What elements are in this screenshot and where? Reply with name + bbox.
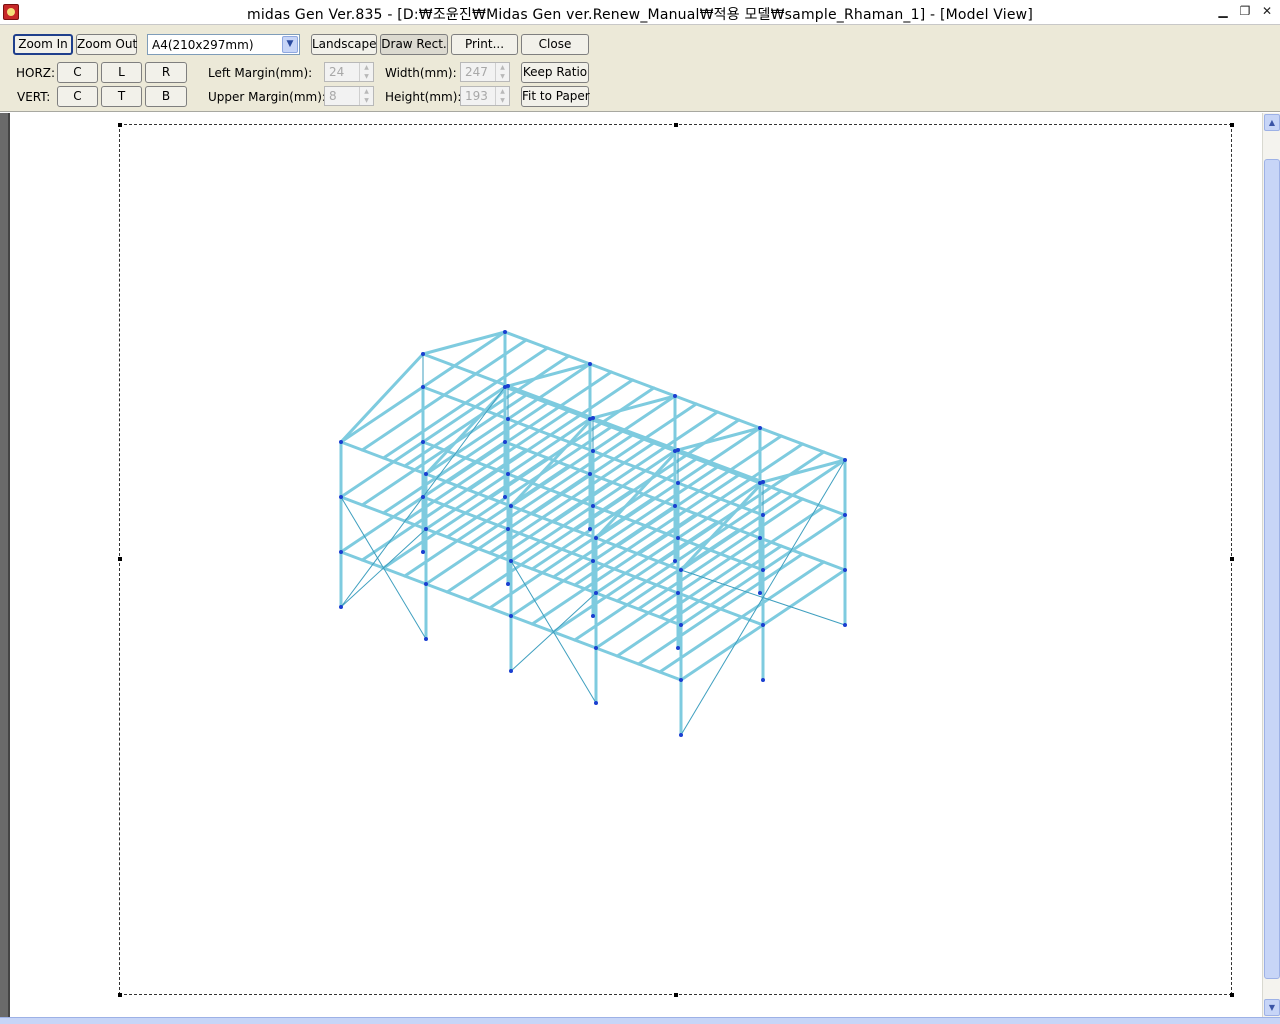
- node-marker: [509, 614, 513, 618]
- scroll-up-arrow-icon[interactable]: ▲: [1264, 114, 1280, 131]
- node-marker: [424, 472, 428, 476]
- node-marker: [676, 536, 680, 540]
- node-marker: [843, 458, 847, 462]
- node-marker: [506, 527, 510, 531]
- node-marker: [594, 591, 598, 595]
- node-marker: [509, 504, 513, 508]
- scroll-down-arrow-icon[interactable]: ▼: [1264, 999, 1280, 1016]
- beam: [761, 568, 847, 627]
- node-marker: [679, 568, 683, 572]
- node-marker: [506, 472, 510, 476]
- node-marker: [761, 678, 765, 682]
- node-marker: [758, 591, 762, 595]
- brace: [510, 560, 597, 704]
- beam: [679, 623, 765, 682]
- frame-members: [339, 330, 847, 737]
- node-marker: [676, 448, 680, 452]
- node-marker: [761, 513, 765, 517]
- node-marker: [676, 646, 680, 650]
- node-marker: [503, 330, 507, 334]
- node-marker: [339, 440, 343, 444]
- node-marker: [424, 637, 428, 641]
- node-marker: [591, 614, 595, 618]
- node-marker: [843, 513, 847, 517]
- node-marker: [843, 623, 847, 627]
- node-marker: [509, 559, 513, 563]
- rafter: [421, 330, 507, 356]
- node-marker: [673, 504, 677, 508]
- node-marker: [339, 495, 343, 499]
- node-marker: [509, 669, 513, 673]
- horizontal-scrollbar[interactable]: [0, 1017, 1280, 1024]
- vertical-scrollbar[interactable]: ▲ ▼: [1262, 113, 1280, 1017]
- rafter: [339, 352, 425, 444]
- node-marker: [761, 623, 765, 627]
- scroll-thumb[interactable]: [1264, 159, 1280, 979]
- node-marker: [591, 449, 595, 453]
- node-marker: [676, 481, 680, 485]
- node-marker: [591, 416, 595, 420]
- node-marker: [424, 527, 428, 531]
- node-marker: [588, 472, 592, 476]
- node-marker: [421, 550, 425, 554]
- node-marker: [594, 701, 598, 705]
- beam: [339, 385, 425, 444]
- node-marker: [506, 417, 510, 421]
- node-marker: [503, 495, 507, 499]
- node-marker: [591, 504, 595, 508]
- node-marker: [506, 582, 510, 586]
- node-marker: [424, 582, 428, 586]
- node-marker: [758, 536, 762, 540]
- node-marker: [758, 426, 762, 430]
- node-marker: [339, 550, 343, 554]
- node-marker: [421, 440, 425, 444]
- node-marker: [673, 559, 677, 563]
- node-marker: [591, 559, 595, 563]
- node-marker: [679, 733, 683, 737]
- node-marker: [843, 568, 847, 572]
- node-marker: [673, 394, 677, 398]
- node-marker: [421, 385, 425, 389]
- node-marker: [594, 646, 598, 650]
- node-marker: [676, 591, 680, 595]
- node-marker: [506, 384, 510, 388]
- node-marker: [679, 678, 683, 682]
- node-marker: [761, 480, 765, 484]
- node-marker: [503, 440, 507, 444]
- node-marker: [679, 623, 683, 627]
- node-marker: [421, 352, 425, 356]
- node-marker: [588, 362, 592, 366]
- node-marker: [594, 536, 598, 540]
- structural-model-view: [339, 330, 847, 737]
- node-marker: [339, 605, 343, 609]
- node-marker: [421, 495, 425, 499]
- brace: [340, 496, 427, 640]
- node-marker: [588, 527, 592, 531]
- node-marker: [761, 568, 765, 572]
